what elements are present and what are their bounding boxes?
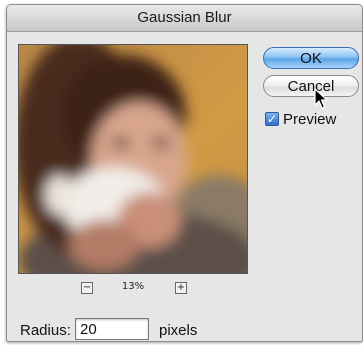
arrow-cursor-icon: [314, 88, 328, 109]
gaussian-blur-dialog: Gaussian Blur − 13% + OK Cancel ✓ Previe…: [6, 4, 363, 342]
preview-image[interactable]: [18, 44, 248, 274]
minus-icon: −: [82, 282, 92, 293]
zoom-out-button[interactable]: −: [81, 282, 93, 294]
zoom-in-button[interactable]: +: [175, 282, 187, 294]
ok-button[interactable]: OK: [263, 47, 359, 69]
preview-label[interactable]: Preview: [283, 111, 336, 128]
dialog-body: − 13% + OK Cancel ✓ Preview Radius: pixe…: [7, 32, 362, 341]
radius-label: Radius:: [20, 322, 71, 339]
checkmark-icon: ✓: [266, 112, 278, 126]
radius-input[interactable]: [75, 318, 149, 340]
plus-icon: +: [176, 282, 186, 293]
cancel-button[interactable]: Cancel: [263, 75, 359, 97]
zoom-level: 13%: [121, 281, 145, 292]
radius-unit-label: pixels: [159, 322, 198, 339]
preview-checkbox[interactable]: ✓: [265, 112, 279, 126]
blurred-photo-preview: [19, 45, 247, 273]
dialog-title: Gaussian Blur: [7, 5, 362, 32]
